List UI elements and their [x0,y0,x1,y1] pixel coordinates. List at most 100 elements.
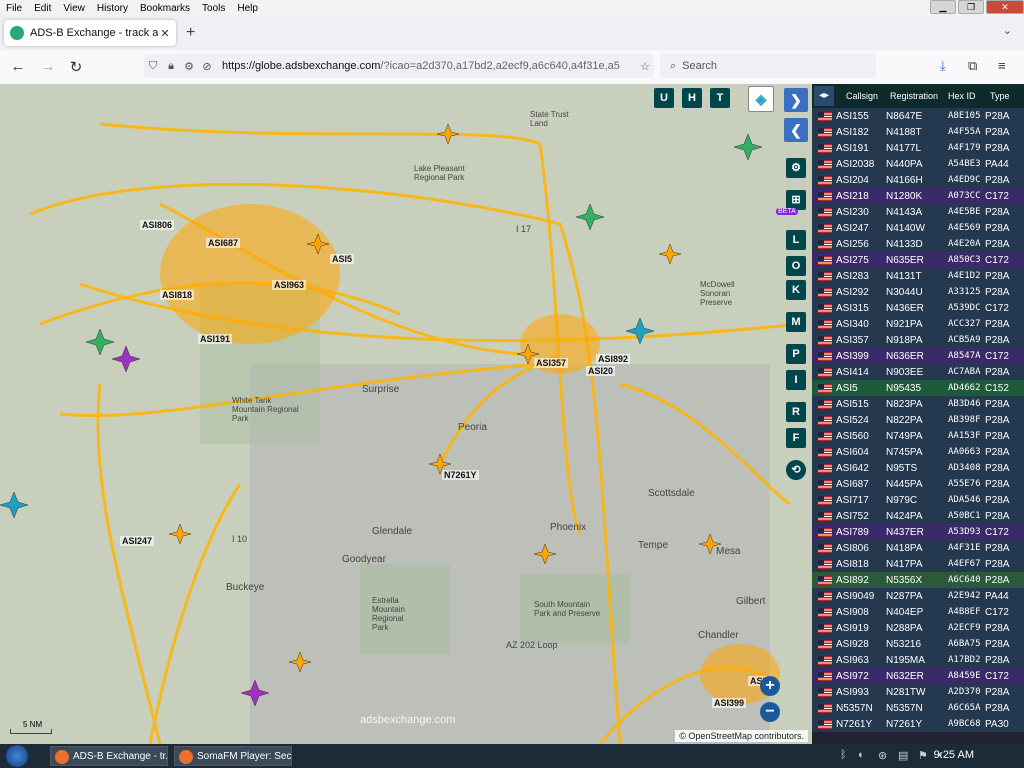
aircraft-icon[interactable] [658,243,682,265]
button-l[interactable]: L [786,230,806,250]
expand-arrow-icon[interactable]: ❯ [784,88,808,112]
table-row[interactable]: ASI275 N635ER A850C3 C172 [812,252,1024,268]
aircraft-label[interactable]: ASI399 [712,698,747,708]
new-tab-plus-icon[interactable]: + [186,24,195,42]
table-row[interactable]: ASI752 N424PA A50BC1 P28A [812,508,1024,524]
menu-file[interactable]: File [0,3,28,14]
button-i[interactable]: I [786,370,806,390]
bluetooth-icon[interactable]: ᛒ [840,749,847,761]
table-row[interactable]: ASI560 N749PA AA153F P28A [812,428,1024,444]
table-row[interactable]: ASI414 N903EE AC7ABA P28A [812,364,1024,380]
table-row[interactable]: ASI818 N417PA A4EF67 P28A [812,556,1024,572]
flight-map[interactable]: Surprise Glendale Goodyear Buckeye Phoen… [0,84,812,744]
aircraft-label[interactable]: ASI963 [272,280,307,290]
table-row[interactable]: ASI292 N3044U A33125 P28A [812,284,1024,300]
close-window-button[interactable]: ✕ [986,0,1024,14]
aircraft-icon[interactable] [436,123,460,145]
aircraft-icon[interactable] [575,203,605,231]
url-text[interactable]: https://globe.adsbexchange.com/?icao=a2d… [222,60,636,72]
aircraft-label[interactable]: ASI818 [160,290,195,300]
table-row[interactable]: ASI155 N8647E A8E105 P28A [812,108,1024,124]
table-row[interactable]: ASI963 N195MA A17BD2 P28A [812,652,1024,668]
task-firefox-adsb[interactable]: ADS-B Exchange - tr... [50,746,168,766]
aircraft-icon[interactable] [168,523,192,545]
column-registration[interactable]: Registration [890,91,938,101]
filter-icon[interactable]: ⊞ [786,190,806,210]
table-row[interactable]: ASI687 N445PA A55E76 P28A [812,476,1024,492]
menu-edit[interactable]: Edit [28,3,57,14]
table-row[interactable]: ASI524 N822PA AB398F P28A [812,412,1024,428]
table-row[interactable]: ASI399 N636ER A8547A C172 [812,348,1024,364]
table-row[interactable]: ASI2038 N440PA A54BE3 PA44 [812,156,1024,172]
tab-close-icon[interactable]: ✕ [158,27,172,40]
tray-app-icon[interactable]: ◐ [858,749,865,761]
aircraft-label[interactable]: ASI892 [596,354,631,364]
task-firefox-somafm[interactable]: SomaFM Player: Secr... [174,746,292,766]
table-row[interactable]: ASI515 N823PA AB3D46 P28A [812,396,1024,412]
button-u[interactable]: U [654,88,674,108]
replay-icon[interactable]: ⟲ [786,460,806,480]
table-row[interactable]: ASI218 N1280K A073CC C172 [812,188,1024,204]
aircraft-icon[interactable] [111,345,141,373]
settings-gear-icon[interactable]: ⚙ [786,158,806,178]
table-row[interactable]: ASI256 N4133D A4E20A P28A [812,236,1024,252]
minimize-button[interactable]: ▁ [930,0,956,14]
lock-icon[interactable]: 🔒︎ [162,60,180,73]
back-arrow-icon[interactable]: ← [8,58,28,75]
table-row[interactable]: ASI642 N95TS AD3408 P28A [812,460,1024,476]
aircraft-label[interactable]: ASI247 [120,536,155,546]
table-row[interactable]: ASI9049 N287PA A2E942 PA44 [812,588,1024,604]
button-k[interactable]: K [786,280,806,300]
aircraft-icon[interactable] [733,133,763,161]
panel-toggle-icon[interactable]: ◂▸ [814,86,834,106]
table-row[interactable]: ASI892 N5356X A6C640 P28A [812,572,1024,588]
button-f[interactable]: F [786,428,806,448]
button-t[interactable]: T [710,88,730,108]
restore-button[interactable]: ❐ [958,0,984,14]
button-p[interactable]: P [786,344,806,364]
menu-view[interactable]: View [57,3,91,14]
menu-help[interactable]: Help [231,3,264,14]
flag-icon[interactable]: ⚑ [918,749,928,762]
zoom-in-button[interactable]: + [760,676,780,696]
table-row[interactable]: N7261Y N7261Y A9BC68 PA30 [812,716,1024,732]
aircraft-icon[interactable] [0,491,29,519]
steam-icon[interactable]: ⊛ [878,749,887,762]
table-row[interactable]: ASI283 N4131T A4E1D2 P28A [812,268,1024,284]
aircraft-icon[interactable] [85,328,115,356]
start-button[interactable] [6,745,28,767]
table-row[interactable]: ASI247 N4140W A4E569 P28A [812,220,1024,236]
bookmark-star-icon[interactable]: ☆ [636,60,654,73]
search-input[interactable]: ⌕ Search [660,54,876,78]
extensions-icon[interactable]: ⧉ [968,58,977,74]
aircraft-label[interactable]: ASI5 [330,254,355,264]
column-type[interactable]: Type [990,91,1010,101]
forward-arrow-icon[interactable]: → [38,58,58,75]
table-row[interactable]: ASI5 N95435 AD4662 C152 [812,380,1024,396]
table-row[interactable]: ASI717 N979C ADA546 P28A [812,492,1024,508]
aircraft-label[interactable]: ASI357 [534,358,569,368]
table-row[interactable]: ASI204 N4166H A4ED9C P28A [812,172,1024,188]
tracking-icon[interactable]: ⊘ [198,60,216,73]
aircraft-label[interactable]: ASI20 [586,366,616,376]
reload-icon[interactable]: ↻ [66,58,86,76]
aircraft-label[interactable]: ASI687 [206,238,241,248]
table-row[interactable]: ASI928 N53216 A6BA75 P28A [812,636,1024,652]
button-o[interactable]: O [786,256,806,276]
table-row[interactable]: ASI604 N745PA AA0663 P28A [812,444,1024,460]
table-row[interactable]: ASI806 N418PA A4F31E P28A [812,540,1024,556]
column-callsign[interactable]: Callsign [846,91,878,101]
table-row[interactable]: ASI315 N436ER A539DC C172 [812,300,1024,316]
aircraft-icon[interactable] [625,317,655,345]
zoom-out-button[interactable]: − [760,702,780,722]
button-h[interactable]: H [682,88,702,108]
map-attribution[interactable]: © OpenStreetMap contributors. [675,730,808,742]
table-row[interactable]: ASI908 N404EP A4B8EF C172 [812,604,1024,620]
permissions-icon[interactable]: ⚙ [180,60,198,73]
table-row[interactable]: ASI340 N921PA ACC327 P28A [812,316,1024,332]
table-row[interactable]: ASI919 N288PA A2ECF9 P28A [812,620,1024,636]
collapse-arrow-icon[interactable]: ❮ [784,118,808,142]
tab-list-chevron-icon[interactable]: ⌄ [1003,24,1012,37]
table-row[interactable]: ASI191 N4177L A4F179 P28A [812,140,1024,156]
menu-bookmarks[interactable]: Bookmarks [134,3,196,14]
